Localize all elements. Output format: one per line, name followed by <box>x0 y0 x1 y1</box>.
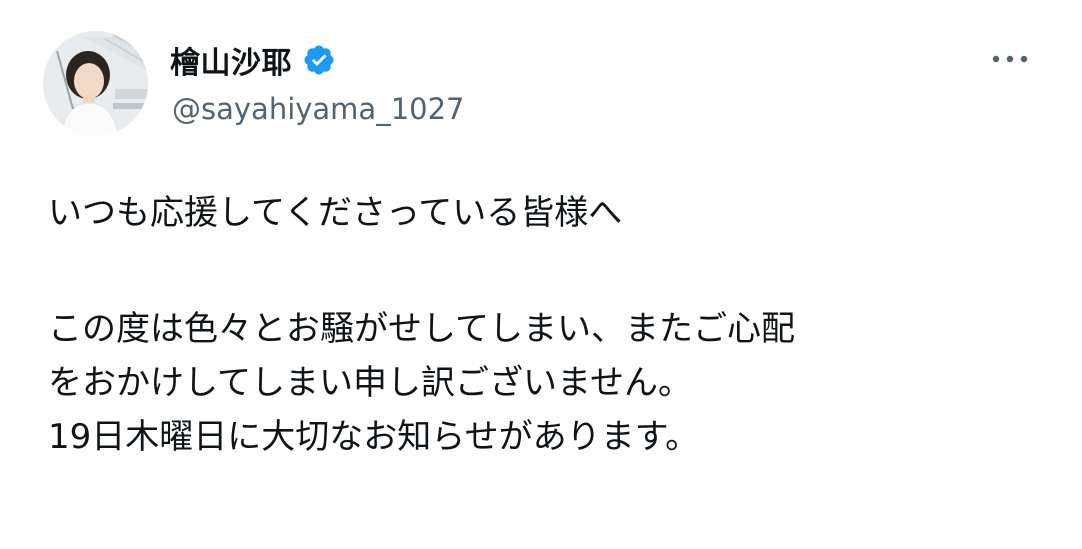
more-options-button[interactable] <box>987 42 1033 76</box>
tweet-text-line: をおかけしてしまい申し訳ございません。 <box>48 363 692 403</box>
more-options-icon <box>992 55 1028 63</box>
author-avatar[interactable] <box>43 31 148 136</box>
tweet-text: いつも応援してくださっている皆様へ この度は色々とお騒がせしてしまい、またご心配… <box>48 186 1058 464</box>
author-handle[interactable]: @sayahiyama_1027 <box>172 92 465 126</box>
tweet-text-line: この度は色々とお騒がせしてしまい、またご心配 <box>48 309 795 349</box>
avatar-photo-icon <box>43 31 148 136</box>
author-display-name[interactable]: 檜山沙耶 <box>170 38 292 82</box>
tweet-text-line: 19日木曜日に大切なお知らせがあります。 <box>48 417 700 457</box>
author-name-row[interactable]: 檜山沙耶 <box>170 38 336 82</box>
tweet-card: 檜山沙耶 @sayahiyama_1027 いつも応援してくださっている皆様へ … <box>0 0 1082 549</box>
verified-badge-icon <box>302 43 336 77</box>
tweet-text-line: いつも応援してくださっている皆様へ <box>48 193 623 233</box>
